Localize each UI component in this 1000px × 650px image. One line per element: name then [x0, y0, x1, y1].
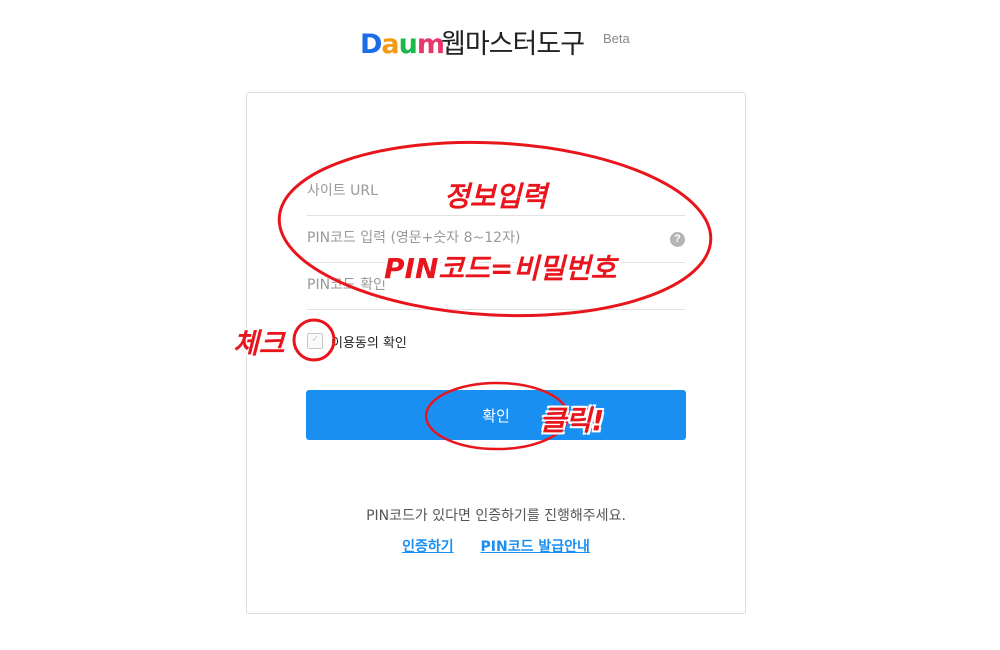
logo-letter-u: u: [398, 29, 418, 60]
agree-checkbox[interactable]: ✓: [307, 333, 323, 349]
verify-link[interactable]: 인증하기: [402, 539, 454, 555]
beta-badge: Beta: [603, 31, 630, 46]
logo-letter-d: D: [360, 29, 382, 60]
pin-confirm-field: [307, 263, 685, 310]
pin-guide-link[interactable]: PIN코드 발급안내: [481, 539, 590, 555]
agree-label[interactable]: 이용동의 확인: [331, 332, 407, 351]
site-url-field: [307, 169, 685, 216]
footer-links: 인증하기 PIN코드 발급안내: [247, 536, 745, 556]
agree-row: ✓ 이용동의 확인: [307, 331, 407, 351]
confirm-button[interactable]: 확인: [306, 390, 686, 440]
header: Daum 웹마스터도구 Beta: [0, 26, 1000, 66]
help-icon[interactable]: ?: [670, 232, 685, 247]
service-title: 웹마스터도구: [441, 29, 585, 60]
site-url-input[interactable]: [307, 169, 667, 213]
logo-letter-a: a: [381, 29, 399, 60]
registration-card: ? ✓ 이용동의 확인 확인 PIN코드가 있다면 인증하기를 진행해주세요. …: [246, 92, 746, 614]
daum-logo[interactable]: Daum: [360, 29, 445, 60]
pin-confirm-input[interactable]: [307, 263, 667, 307]
logo-letter-m: m: [416, 29, 445, 60]
pin-input[interactable]: [307, 216, 667, 260]
pin-guide-text: PIN코드가 있다면 인증하기를 진행해주세요.: [366, 508, 626, 524]
check-icon: ✓: [311, 334, 320, 345]
pin-field: ?: [307, 216, 685, 263]
